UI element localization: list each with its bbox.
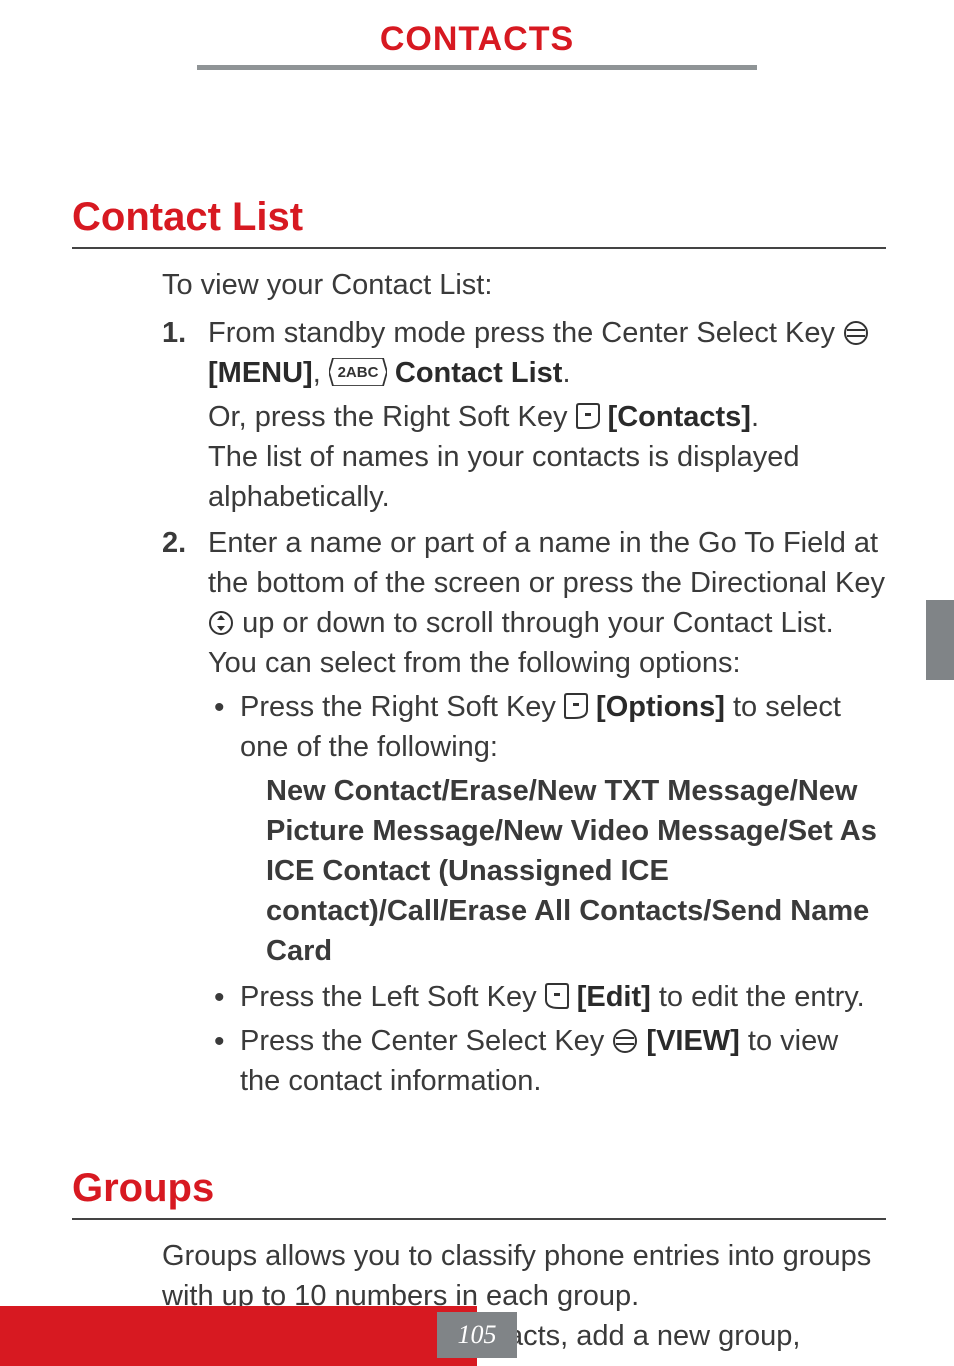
step-number: 1.: [162, 313, 186, 353]
text: ,: [313, 357, 329, 389]
view-label: [VIEW]: [646, 1025, 739, 1057]
step1-text3: The list of names in your contacts is di…: [208, 441, 800, 513]
bullet-view: Press the Center Select Key [VIEW] to vi…: [214, 1021, 886, 1101]
bullet-options: Press the Right Soft Key [Options] to se…: [214, 687, 886, 971]
footer-red-bar: [0, 1306, 477, 1366]
section-title-groups: Groups: [72, 1161, 886, 1216]
edit-label: [Edit]: [577, 981, 651, 1013]
step1-text: From standby mode press the Center Selec…: [208, 317, 843, 349]
options-label: [Options]: [596, 691, 725, 723]
step-2: 2. Enter a name or part of a name in the…: [162, 523, 886, 1101]
text: Press the Left Soft Key: [240, 981, 545, 1013]
key-2abc-icon: 2ABC: [329, 357, 387, 397]
text: to edit the entry.: [659, 981, 865, 1013]
section-rule: [72, 247, 886, 249]
groups-p1: Groups allows you to classify phone entr…: [162, 1236, 886, 1316]
right-soft-key-icon: [576, 402, 600, 430]
directional-key-updown-icon: [208, 610, 234, 636]
right-soft-key-icon: [564, 692, 588, 720]
svg-text:2ABC: 2ABC: [337, 364, 378, 381]
step-number: 2.: [162, 523, 186, 563]
bullet-edit: Press the Left Soft Key [Edit] to edit t…: [214, 977, 886, 1017]
step2-text-b: up or down to scroll through your Contac…: [208, 607, 834, 679]
contact-list-label: Contact List: [395, 357, 563, 389]
intro-text: To view your Contact List:: [162, 265, 886, 305]
header-rule: [197, 65, 757, 70]
center-select-key-icon: [843, 320, 869, 346]
page-number: 105: [437, 1312, 517, 1358]
text: Press the Center Select Key: [240, 1025, 612, 1057]
page-header-title: CONTACTS: [197, 20, 757, 59]
options-list-text: New Contact/Erase/New TXT Message/New Pi…: [240, 771, 886, 971]
step-1: 1. From standby mode press the Center Se…: [162, 313, 886, 517]
step1-text2: Or, press the Right Soft Key: [208, 401, 576, 433]
text: .: [562, 357, 570, 389]
contacts-label: [Contacts]: [608, 401, 751, 433]
text: .: [751, 401, 759, 433]
section-rule: [72, 1218, 886, 1220]
text: Press the Right Soft Key: [240, 691, 564, 723]
menu-label: [MENU]: [208, 357, 313, 389]
section-title-contact-list: Contact List: [72, 190, 886, 245]
left-soft-key-icon: [545, 982, 569, 1010]
side-tab-marker: [926, 600, 954, 680]
step2-text: Enter a name or part of a name in the Go…: [208, 527, 885, 599]
center-select-key-icon: [612, 1028, 638, 1054]
